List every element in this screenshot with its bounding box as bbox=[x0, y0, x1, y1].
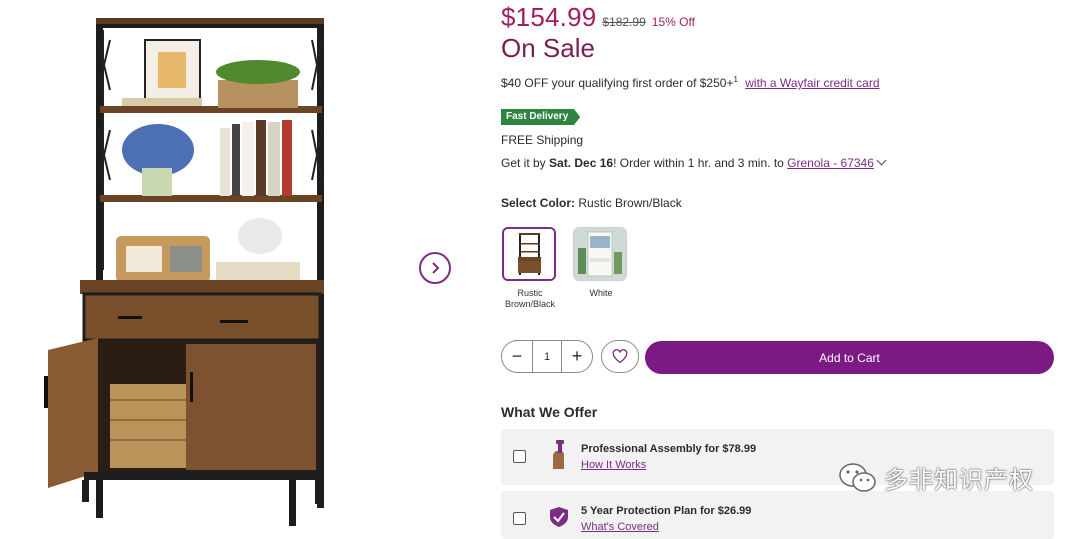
watermark: 多非知识产权 bbox=[838, 460, 1034, 495]
favorite-button[interactable] bbox=[601, 340, 639, 373]
rustic-swatch-image bbox=[504, 229, 554, 279]
credit-promo: $40 OFF your qualifying first order of $… bbox=[501, 75, 880, 90]
wechat-icon bbox=[839, 462, 876, 492]
delivery-estimate: Get it by Sat. Dec 16! Order within 1 hr… bbox=[501, 155, 887, 170]
offer-card-protection: 5 Year Protection Plan for $26.99 What's… bbox=[501, 491, 1054, 539]
product-image bbox=[44, 18, 324, 526]
how-it-works-link[interactable]: How It Works bbox=[581, 459, 646, 471]
increase-quantity-button[interactable]: + bbox=[562, 341, 592, 372]
selected-color-value: Rustic Brown/Black bbox=[578, 196, 682, 210]
protection-offer-title: 5 Year Protection Plan for $26.99 bbox=[581, 505, 752, 517]
shield-check-icon bbox=[550, 507, 568, 527]
protection-checkbox[interactable] bbox=[513, 512, 526, 525]
delivery-date: Sat. Dec 16 bbox=[549, 156, 614, 170]
add-to-cart-button[interactable]: Add to Cart bbox=[645, 341, 1054, 374]
delivery-location-link[interactable]: Grenola - 67346 bbox=[787, 156, 874, 170]
color-swatch-white[interactable] bbox=[573, 227, 627, 281]
delivery-prefix: Get it by bbox=[501, 156, 550, 170]
heart-icon bbox=[612, 349, 628, 364]
assembly-hand-icon bbox=[553, 440, 564, 469]
delivery-middle: ! Order within 1 hr. and 3 min. to bbox=[613, 156, 788, 170]
was-price: $182.99 bbox=[602, 15, 646, 29]
offers-heading: What We Offer bbox=[501, 404, 598, 420]
color-swatch-rustic-brown[interactable] bbox=[502, 227, 556, 281]
swatch-label-white: White bbox=[589, 288, 613, 298]
chevron-right-icon bbox=[432, 262, 440, 274]
promo-text: $40 OFF your qualifying first order of $… bbox=[501, 76, 734, 90]
select-color-label: Select Color: Rustic Brown/Black bbox=[501, 196, 682, 210]
whats-covered-link[interactable]: What's Covered bbox=[581, 521, 659, 533]
chevron-down-icon[interactable] bbox=[876, 155, 887, 166]
promo-footnote: 1 bbox=[733, 75, 738, 84]
quantity-value[interactable]: 1 bbox=[532, 341, 562, 372]
quantity-stepper: − 1 + bbox=[501, 340, 593, 373]
white-swatch-image bbox=[574, 228, 626, 280]
discount-label: 15% Off bbox=[651, 15, 695, 29]
credit-card-link[interactable]: with a Wayfair credit card bbox=[745, 76, 879, 90]
assembly-checkbox[interactable] bbox=[513, 450, 526, 463]
assembly-offer-title: Professional Assembly for $78.99 bbox=[581, 443, 757, 455]
decrease-quantity-button[interactable]: − bbox=[502, 341, 532, 372]
shipping-label: FREE Shipping bbox=[501, 133, 584, 147]
on-sale-label: On Sale bbox=[501, 33, 595, 63]
price-row: $154.99 $182.99 15% Off bbox=[501, 2, 695, 33]
watermark-text: 多非知识产权 bbox=[884, 466, 1034, 494]
sale-price: $154.99 bbox=[501, 2, 597, 32]
fast-delivery-badge: Fast Delivery bbox=[501, 109, 581, 125]
select-color-title: Select Color: bbox=[501, 196, 576, 210]
swatch-label-rustic: Rustic Brown/Black bbox=[504, 288, 556, 309]
next-image-button[interactable] bbox=[419, 252, 451, 284]
